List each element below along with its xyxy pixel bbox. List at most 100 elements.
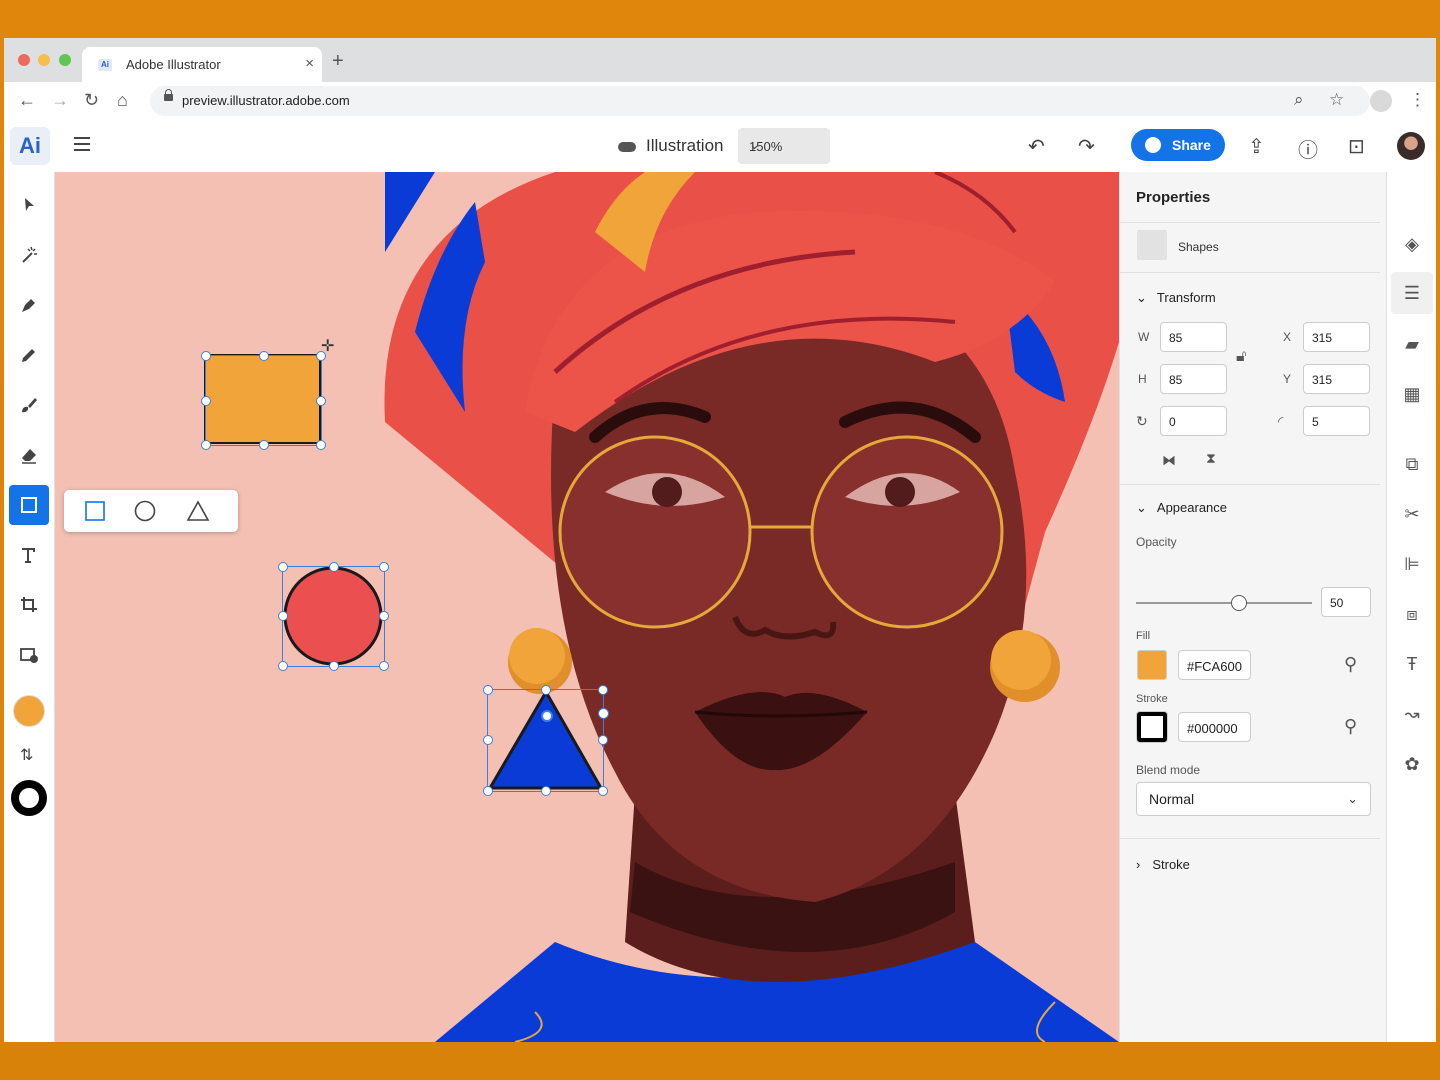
type-panel-icon[interactable]: Ŧ	[1400, 652, 1424, 676]
browser-tab[interactable]: Ai Adobe Illustrator ×	[82, 47, 322, 82]
rectangle-selection-box[interactable]	[205, 355, 322, 446]
resize-handle[interactable]	[201, 351, 211, 361]
back-icon[interactable]: ←	[18, 90, 36, 111]
width-field[interactable]: 85	[1160, 322, 1227, 352]
resize-handle[interactable]	[259, 440, 269, 450]
fill-hex-field[interactable]: #FCA600	[1178, 650, 1251, 680]
browser-profile-avatar[interactable]	[1370, 90, 1392, 112]
user-avatar[interactable]	[1397, 132, 1425, 160]
height-field[interactable]: 85	[1160, 364, 1227, 394]
resize-handle[interactable]	[316, 440, 326, 450]
resize-handle[interactable]	[483, 685, 493, 695]
resize-handle[interactable]	[598, 685, 608, 695]
resize-handle[interactable]	[379, 611, 389, 621]
type-tool[interactable]	[9, 535, 49, 575]
opacity-slider[interactable]	[1136, 595, 1312, 611]
url-field[interactable]: preview.illustrator.adobe.com	[150, 86, 1370, 116]
close-window-button[interactable]	[18, 54, 30, 66]
appearance-section-header[interactable]: ⌄ Appearance	[1136, 500, 1227, 516]
triangle-option-icon[interactable]	[186, 500, 210, 522]
x-position-field[interactable]: 315	[1303, 322, 1370, 352]
minimize-window-button[interactable]	[38, 54, 50, 66]
resize-handle[interactable]	[379, 562, 389, 572]
resize-handle[interactable]	[483, 735, 493, 745]
flip-vertical-icon[interactable]: ⧗	[1206, 450, 1216, 467]
close-tab-icon[interactable]: ×	[305, 55, 314, 72]
undo-icon[interactable]: ↶	[1028, 134, 1045, 159]
resize-handle[interactable]	[278, 562, 288, 572]
triangle-selection-box[interactable]	[487, 689, 604, 792]
stroke-hex-field[interactable]: #000000	[1178, 712, 1251, 742]
corner-radius-field[interactable]: 5	[1303, 406, 1370, 436]
maximize-window-button[interactable]	[59, 54, 71, 66]
bookmark-star-icon[interactable]: ☆	[1329, 90, 1344, 110]
resize-handle[interactable]	[541, 786, 551, 796]
magic-wand-tool[interactable]	[9, 235, 49, 275]
resize-handle[interactable]	[483, 786, 493, 796]
stroke-section-header[interactable]: › Stroke	[1136, 857, 1190, 872]
search-icon[interactable]: ⌕	[1294, 90, 1304, 110]
swap-fill-stroke-icon[interactable]: ⇅	[20, 745, 33, 765]
pathfinder-icon[interactable]: ⧉	[1400, 452, 1424, 476]
resize-handle[interactable]	[201, 440, 211, 450]
transform-section-header[interactable]: ⌄ Transform	[1136, 290, 1216, 306]
stroke-color-swatch[interactable]	[11, 780, 47, 816]
shape-tool[interactable]	[9, 485, 49, 525]
properties-sliders-icon[interactable]: ☰	[1391, 272, 1433, 314]
stroke-eyedropper-icon[interactable]: ⚲	[1344, 716, 1357, 737]
scissors-icon[interactable]: ✂	[1400, 502, 1424, 526]
redo-icon[interactable]: ↷	[1078, 134, 1095, 159]
new-tab-button[interactable]: +	[332, 50, 344, 73]
home-icon[interactable]: ⌂	[117, 90, 128, 111]
resize-handle[interactable]	[598, 735, 608, 745]
browser-menu-icon[interactable]: ⋮	[1409, 90, 1426, 110]
corner-widget-handle[interactable]	[541, 710, 553, 722]
constrain-proportions-lock-icon[interactable]: 🔓︎	[1236, 348, 1246, 366]
artboard-canvas[interactable]: ✛	[55, 172, 1119, 1042]
resize-handle[interactable]	[278, 661, 288, 671]
pencil-tool[interactable]	[9, 335, 49, 375]
place-image-tool[interactable]	[9, 635, 49, 675]
opacity-field[interactable]: 50	[1321, 587, 1371, 617]
fill-swatch[interactable]	[1137, 650, 1167, 680]
stroke-swatch[interactable]	[1137, 712, 1167, 742]
eraser-tool[interactable]	[9, 435, 49, 475]
share-button[interactable]: Share	[1131, 129, 1225, 161]
illustrator-logo[interactable]: Ai	[10, 127, 50, 165]
fill-eyedropper-icon[interactable]: ⚲	[1344, 654, 1357, 675]
rotation-field[interactable]: 0	[1160, 406, 1227, 436]
artboard-icon[interactable]: ⊡	[1348, 134, 1365, 159]
resize-handle[interactable]	[598, 786, 608, 796]
resize-handle[interactable]	[259, 351, 269, 361]
layers-icon[interactable]: ◈	[1400, 232, 1424, 256]
resize-handle[interactable]	[541, 685, 551, 695]
forward-icon[interactable]: →	[51, 90, 69, 111]
document-title[interactable]: Illustration	[618, 136, 723, 156]
rectangle-option-icon[interactable]	[84, 500, 106, 522]
transform-box-icon[interactable]: ⧈	[1400, 602, 1424, 626]
help-icon[interactable]: ⓘ	[1298, 134, 1318, 163]
export-icon[interactable]: ⇪	[1248, 134, 1265, 159]
paintbrush-tool[interactable]	[9, 385, 49, 425]
path-icon[interactable]: ↝	[1400, 702, 1424, 726]
hamburger-menu-icon[interactable]	[74, 137, 90, 151]
slider-knob[interactable]	[1231, 595, 1247, 611]
blend-mode-dropdown[interactable]: Normal ⌄	[1136, 782, 1371, 816]
selection-tool[interactable]	[9, 185, 49, 225]
fill-color-swatch[interactable]	[13, 695, 45, 727]
y-position-field[interactable]: 315	[1303, 364, 1370, 394]
resize-handle[interactable]	[329, 661, 339, 671]
rotate-handle[interactable]	[598, 708, 609, 719]
reload-icon[interactable]: ↻	[84, 90, 99, 111]
zoom-dropdown[interactable]: 150% ⌄	[738, 128, 830, 164]
flip-horizontal-icon[interactable]: ⧓	[1162, 452, 1176, 469]
resize-handle[interactable]	[316, 396, 326, 406]
resize-handle[interactable]	[329, 562, 339, 572]
libraries-icon[interactable]: ▦	[1400, 382, 1424, 406]
align-icon[interactable]: ⊫	[1400, 552, 1424, 576]
pen-tool[interactable]	[9, 285, 49, 325]
ellipse-option-icon[interactable]	[134, 500, 156, 522]
plugins-icon[interactable]: ✿	[1400, 752, 1424, 776]
resize-handle[interactable]	[201, 396, 211, 406]
comments-icon[interactable]: ▰	[1400, 332, 1424, 356]
